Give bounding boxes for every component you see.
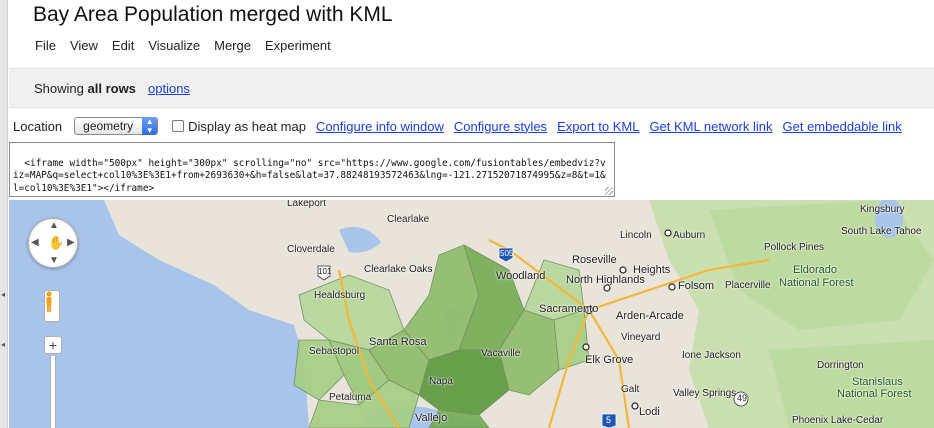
heatmap-label: Display as heat map [188,118,306,134]
map-label-sebastopol: Sebastopol [309,346,360,357]
kml-network-link[interactable]: Get KML network link [649,119,772,134]
hand-icon: ✋ [48,235,65,250]
zoom-in-button[interactable]: + [44,336,62,354]
map-label-valley-springs: Valley Springs [673,388,737,399]
map-base [9,200,934,428]
map-label-hwy5: 5 [606,415,612,425]
clear-lake [339,226,381,253]
map-label-north-highlands: North Highlands [566,274,645,286]
map-label-vineyard: Vineyard [621,332,661,343]
map-label-ione-jackson: Ione Jackson [682,350,741,361]
map-label-hwy49: 49 [737,393,748,403]
location-label: Location [13,118,63,134]
pan-down-icon[interactable]: ▼ [49,255,59,266]
map-label-woodland: Woodland [496,270,546,282]
map-label-clearlake: Clearlake [387,214,430,225]
map-label-vacaville: Vacaville [481,348,521,359]
location-select[interactable]: geometry ▲ ▼ [74,117,159,135]
visualization-toolbar: Location geometry ▲ ▼ Display as heat map… [13,116,912,136]
map-label-lincoln: Lincoln [620,230,652,241]
map-label-hwy101: 101 [318,267,332,276]
menu-merge[interactable]: Merge [214,38,251,53]
map-label-petaluma: Petaluma [329,392,372,403]
showing-rows-text: Showing all rows [34,81,136,96]
map-label-dorrington: Dorrington [817,360,864,371]
menu-bar: File View Edit Visualize Merge Experimen… [35,38,345,53]
map-label-santa-rosa: Santa Rosa [369,336,427,348]
menu-visualize[interactable]: Visualize [148,38,200,53]
options-link[interactable]: options [148,81,190,96]
pan-left-icon[interactable]: ◀ [31,237,39,248]
pegman-icon [46,291,52,312]
map-label-galt: Galt [621,384,640,395]
map-label-vallejo: Vallejo [415,412,448,424]
map-label-stanislaus: Stanislaus [852,376,903,388]
map-label-auburn: Auburn [673,230,706,241]
map-label-roseville: Roseville [572,254,617,266]
menu-experiment[interactable]: Experiment [265,38,331,53]
map-label-lakeport: Lakeport [287,200,326,209]
map-label-lodi: Lodi [639,406,660,418]
embeddable-link[interactable]: Get embeddable link [783,119,902,134]
heatmap-checkbox[interactable] [172,120,185,132]
map-label-pollock-pines: Pollock Pines [764,242,825,253]
map-label-folsom: Folsom [678,280,715,292]
street-view-pegman[interactable] [44,290,60,322]
map-label-napa: Napa [429,376,453,387]
filter-bar: Showing all rows options [9,68,934,108]
map-label-healdsburg: Healdsburg [314,290,366,301]
map-label-arden-arcade: Arden-Arcade [616,310,684,322]
map-label-sacramento: Sacramento [539,303,599,315]
resize-grip-icon[interactable] [605,187,613,195]
map-label-hwy505: 505 [500,249,514,258]
configure-styles-link[interactable]: Configure styles [454,119,547,134]
map-label-eldorado: Eldorado [793,264,838,276]
map-label-eldorado-nf: National Forest [779,277,854,289]
export-kml-link[interactable]: Export to KML [557,119,639,134]
pan-right-icon[interactable]: ▶ [67,237,75,248]
menu-view[interactable]: View [70,38,98,53]
collapse-arrow-icon[interactable]: ◂ [1,340,5,349]
pan-control[interactable]: ▲ ▼ ◀ ▶ ✋ [28,218,78,268]
map-label-cloverdale: Cloverdale [287,244,335,255]
left-gutter: ◂ ◂ [0,0,8,428]
map-label-stanislaus-nf: National Forest [837,388,912,400]
map-label-kingsbury: Kingsbury [860,204,905,215]
collapse-arrow-icon[interactable]: ◂ [1,290,5,299]
menu-file[interactable]: File [35,38,56,53]
embed-code-textarea[interactable]: <iframe width="500px" height="300px" scr… [9,142,615,197]
map-label-placerville: Placerville [725,280,771,291]
configure-info-window-link[interactable]: Configure info window [316,119,444,134]
page-title: Bay Area Population merged with KML [33,3,393,26]
map-label-phoenix-lake: Phoenix Lake-Cedar [792,415,884,426]
select-arrows-icon: ▲ ▼ [142,117,158,135]
pan-up-icon[interactable]: ▲ [49,220,59,231]
menu-edit[interactable]: Edit [112,38,134,53]
map-label-elk-grove: Elk Grove [585,354,634,366]
zoom-slider-track[interactable] [50,356,56,428]
map-view[interactable]: Lakeport Clearlake Cloverdale 101 Clearl… [9,200,934,428]
map-label-south-lake-tahoe: South Lake Tahoe [841,226,922,237]
map-label-clearlake-oaks: Clearlake Oaks [364,264,433,275]
